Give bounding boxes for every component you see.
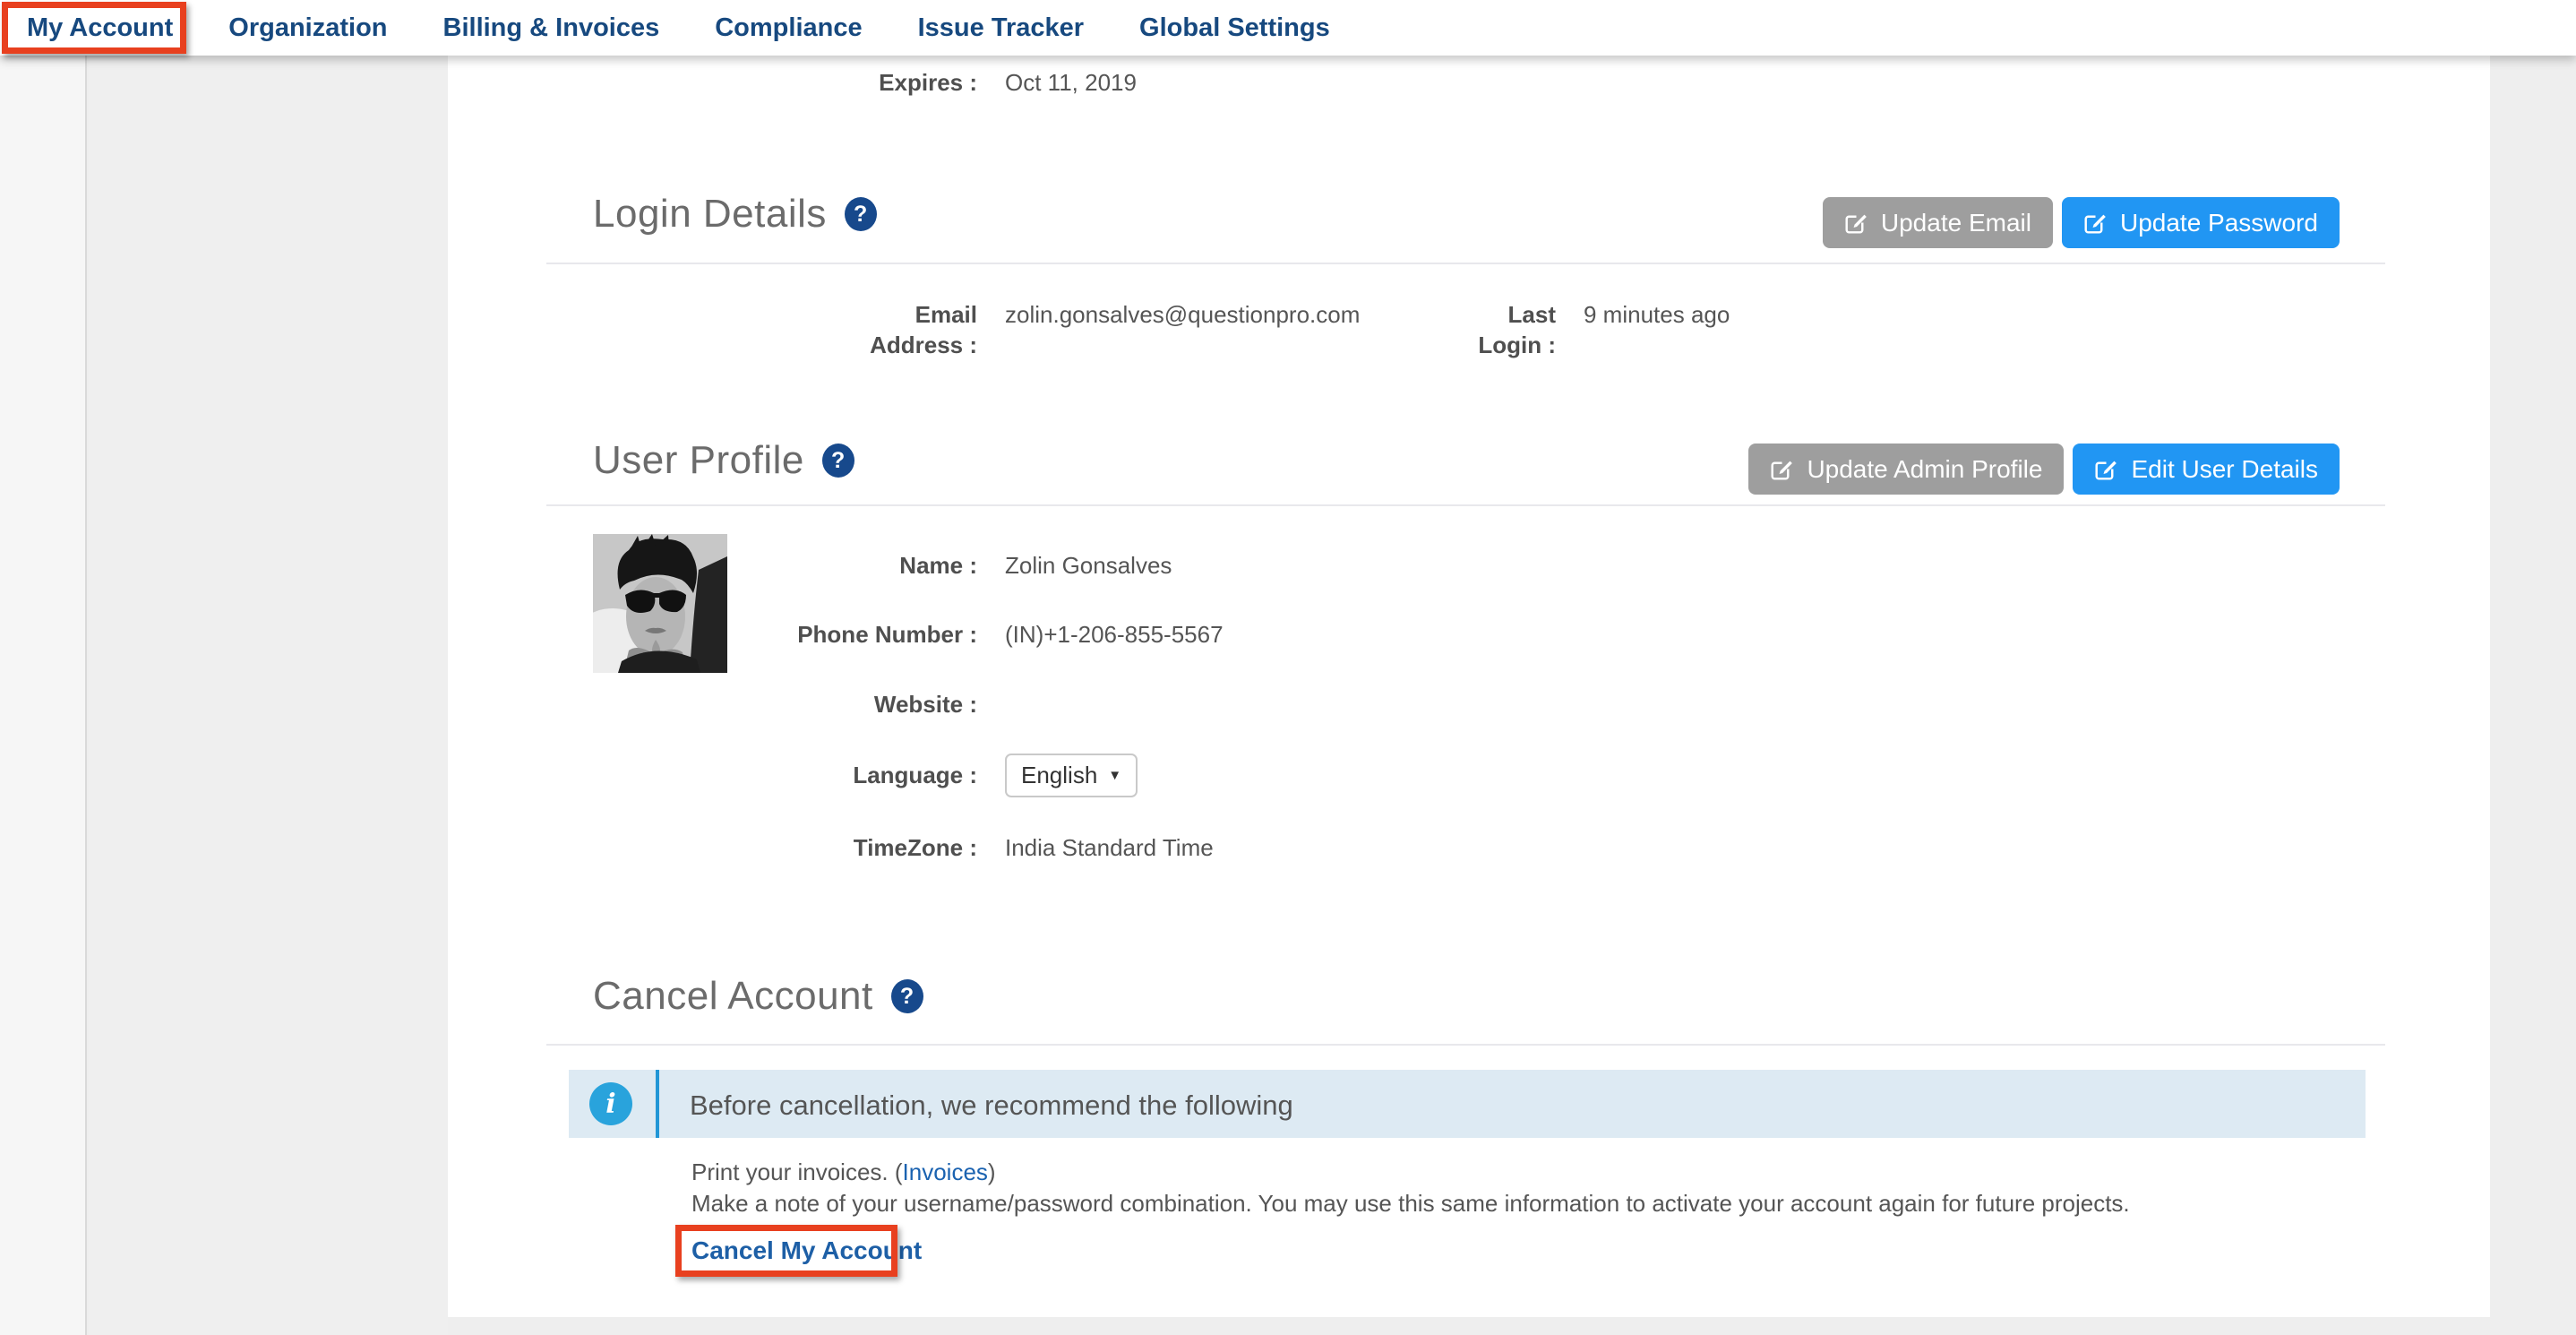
section-divider xyxy=(546,263,2385,264)
language-row: Language : English ▼ xyxy=(547,754,1138,797)
update-email-label: Update Email xyxy=(1881,209,2031,237)
cancel-account-title: Cancel Account ? xyxy=(593,974,923,1019)
language-value: English ▼ xyxy=(1005,754,1138,797)
invoices-link[interactable]: Invoices xyxy=(903,1158,988,1185)
print-invoices-text-close: ) xyxy=(988,1158,996,1185)
info-box-title: Before cancellation, we recommend the fo… xyxy=(690,1090,1293,1122)
phone-value: (IN)+1-206-855-5567 xyxy=(1005,620,1224,650)
edit-icon xyxy=(2083,211,2108,235)
tab-global-settings[interactable]: Global Settings xyxy=(1139,13,1330,43)
tab-my-account[interactable]: My Account xyxy=(27,13,173,43)
timezone-label: TimeZone : xyxy=(547,833,977,864)
tab-billing-invoices[interactable]: Billing & Invoices xyxy=(443,13,660,43)
edit-icon xyxy=(1770,457,1794,481)
login-details-actions: Update Email Update Password xyxy=(1823,197,2340,248)
login-details-title: Login Details ? xyxy=(593,192,877,237)
expires-value: Oct 11, 2019 xyxy=(1005,68,1137,99)
top-nav: My Account Organization Billing & Invoic… xyxy=(0,0,2576,56)
section-divider xyxy=(546,1044,2385,1046)
language-label: Language : xyxy=(547,761,977,791)
edit-user-details-label: Edit User Details xyxy=(2131,455,2318,484)
update-admin-profile-button[interactable]: Update Admin Profile xyxy=(1748,444,2064,495)
update-email-button[interactable]: Update Email xyxy=(1823,197,2053,248)
tab-organization[interactable]: Organization xyxy=(228,13,387,43)
cancellation-info-box: i Before cancellation, we recommend the … xyxy=(569,1070,2366,1138)
print-invoices-line: Print your invoices. (Invoices) xyxy=(691,1158,996,1186)
website-row: Website : xyxy=(547,690,1005,720)
language-selected-value: English xyxy=(1021,762,1097,789)
section-divider xyxy=(546,504,2385,506)
user-profile-title-text: User Profile xyxy=(593,438,804,483)
timezone-value: India Standard Time xyxy=(1005,833,1214,864)
cancel-my-account-link[interactable]: Cancel My Account xyxy=(691,1236,922,1265)
help-icon[interactable]: ? xyxy=(891,979,923,1013)
website-label: Website : xyxy=(547,690,977,720)
last-login-label: Last Login : xyxy=(1438,300,1556,361)
login-details-title-text: Login Details xyxy=(593,192,827,237)
expires-label: Expires : xyxy=(547,68,977,99)
phone-row: Phone Number : (IN)+1-206-855-5567 xyxy=(547,620,1224,650)
empty-sidebar-panel xyxy=(89,56,448,1335)
login-details-row: Email Address : zolin.gonsalves@question… xyxy=(547,300,1730,361)
update-admin-profile-label: Update Admin Profile xyxy=(1807,455,2042,484)
timezone-row: TimeZone : India Standard Time xyxy=(547,833,1214,864)
tab-compliance[interactable]: Compliance xyxy=(715,13,862,43)
edit-icon xyxy=(2094,457,2118,481)
update-password-label: Update Password xyxy=(2120,209,2318,237)
name-row: Name : Zolin Gonsalves xyxy=(547,551,1172,581)
tab-issue-tracker[interactable]: Issue Tracker xyxy=(918,13,1084,43)
phone-label: Phone Number : xyxy=(547,620,977,650)
edit-icon xyxy=(1844,211,1868,235)
last-login-value: 9 minutes ago xyxy=(1584,300,1730,331)
username-password-note: Make a note of your username/password co… xyxy=(691,1190,2130,1218)
expires-row: Expires : Oct 11, 2019 xyxy=(547,68,1137,99)
info-icon: i xyxy=(589,1082,632,1125)
name-label: Name : xyxy=(547,551,977,581)
cancel-account-title-text: Cancel Account xyxy=(593,974,873,1019)
name-value: Zolin Gonsalves xyxy=(1005,551,1172,581)
language-dropdown[interactable]: English ▼ xyxy=(1005,754,1138,797)
help-icon[interactable]: ? xyxy=(822,444,854,478)
window-left-strip xyxy=(0,56,87,1335)
user-profile-title: User Profile ? xyxy=(593,438,854,483)
email-address-value: zolin.gonsalves@questionpro.com xyxy=(1005,300,1410,331)
update-password-button[interactable]: Update Password xyxy=(2062,197,2340,248)
info-box-separator xyxy=(656,1070,659,1138)
help-icon[interactable]: ? xyxy=(845,197,877,231)
chevron-down-icon: ▼ xyxy=(1108,768,1121,783)
print-invoices-text: Print your invoices. ( xyxy=(691,1158,903,1185)
user-profile-actions: Update Admin Profile Edit User Details xyxy=(1748,444,2340,495)
edit-user-details-button[interactable]: Edit User Details xyxy=(2073,444,2340,495)
email-address-label: Email Address : xyxy=(547,300,977,361)
account-content-card: Expires : Oct 11, 2019 Login Details ? U… xyxy=(448,56,2490,1317)
